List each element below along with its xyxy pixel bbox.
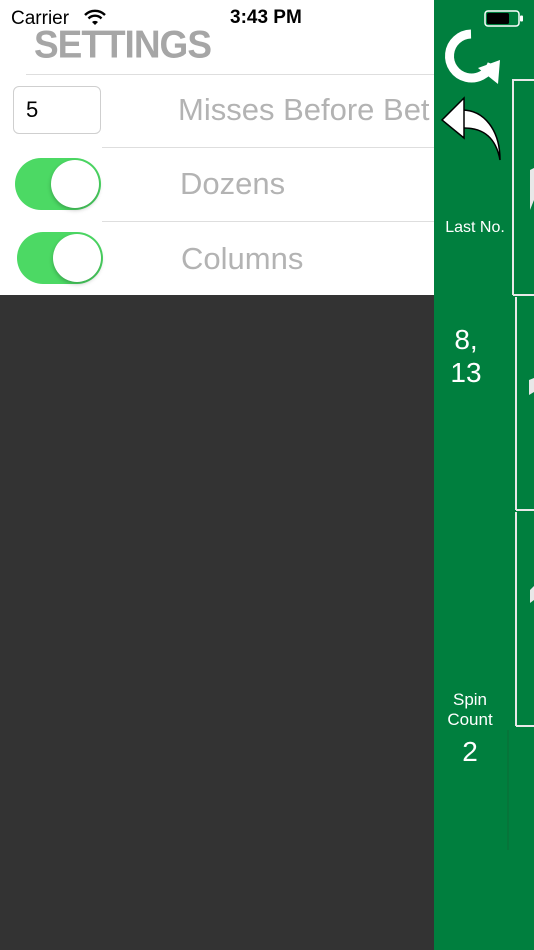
toggle-knob	[53, 234, 101, 282]
spin-count-label: Count	[447, 710, 493, 729]
status-bar: Carrier 3:43 PM	[0, 0, 534, 36]
roulette-side-panel: Last No. 8, 13 Spin Count 2	[434, 0, 534, 950]
toggle-knob	[51, 160, 99, 208]
columns-toggle[interactable]	[17, 232, 103, 284]
battery-icon	[484, 10, 524, 33]
divider	[102, 221, 434, 222]
spin-count-label: Spin	[452, 690, 488, 709]
spin-count-value: 2	[462, 736, 478, 767]
columns-label: Columns	[181, 241, 304, 276]
misses-before-bet-input[interactable]: 5	[13, 86, 101, 134]
dozens-label: Dozens	[180, 166, 286, 201]
last-number-value-2: 13	[450, 357, 482, 388]
divider	[26, 74, 434, 75]
last-number-value-1: 8,	[454, 324, 478, 355]
divider	[102, 147, 434, 148]
dozens-toggle[interactable]	[15, 158, 101, 210]
carrier-name: Carrier	[11, 8, 70, 29]
wifi-icon	[84, 9, 106, 31]
last-number-label: Last No.	[445, 219, 505, 236]
status-clock: 3:43 PM	[230, 7, 302, 28]
misses-before-bet-label: Misses Before Bet	[178, 92, 430, 127]
settings-panel: SETTINGS 5 Misses Before Bet Dozens Colu…	[0, 0, 434, 295]
undo-arrow-icon[interactable]	[440, 94, 502, 169]
